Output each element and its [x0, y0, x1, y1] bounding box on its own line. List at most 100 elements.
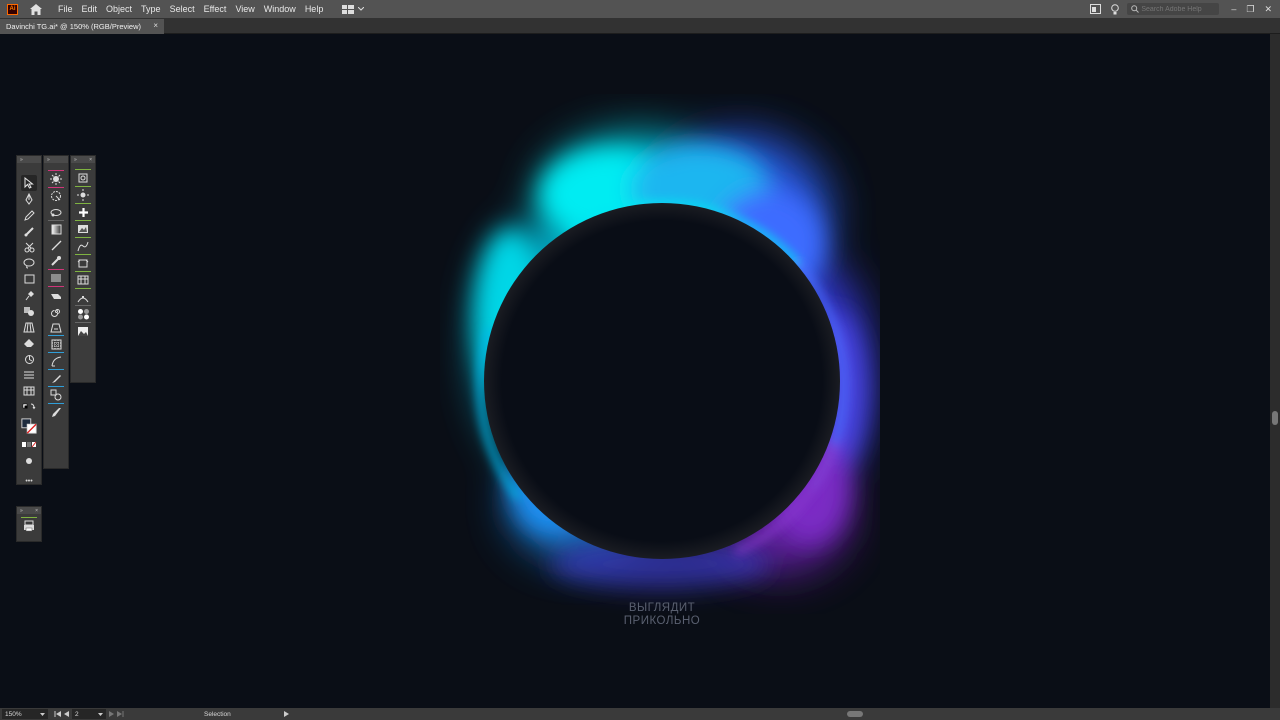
sun-tool-icon[interactable] [75, 187, 91, 203]
illustrator-window: Ai File Edit Object Type Select Effect V… [0, 0, 1280, 720]
collapse-icon: » [20, 507, 23, 514]
chart-tool-icon[interactable] [21, 383, 37, 399]
smooth-tool-icon[interactable] [48, 287, 64, 303]
color-mode-icon[interactable] [21, 437, 37, 453]
brush-tool-icon[interactable] [21, 223, 37, 239]
spiral-tool-icon[interactable] [48, 303, 64, 319]
home-icon[interactable] [30, 3, 42, 15]
selection-tool-icon[interactable] [21, 175, 37, 191]
hand-tool-icon[interactable] [21, 453, 37, 469]
symbol-sprayer-tool-icon[interactable] [48, 171, 64, 187]
blend-tool-icon[interactable] [21, 367, 37, 383]
first-artboard-icon[interactable] [54, 711, 61, 717]
scissors-tool-icon[interactable] [21, 239, 37, 255]
close-panel-icon[interactable]: × [89, 157, 92, 163]
knife-tool-icon[interactable] [48, 370, 64, 386]
scroll-thumb[interactable] [1272, 411, 1278, 425]
crop-tool-icon[interactable] [75, 255, 91, 271]
eclipse-artwork[interactable] [440, 94, 880, 614]
rectangle-tool-icon[interactable] [21, 271, 37, 287]
menu-window[interactable]: Window [264, 3, 296, 15]
tools-panel: » ••• [16, 155, 42, 485]
pen-tool-icon[interactable] [21, 191, 37, 207]
menu-view[interactable]: View [235, 3, 254, 15]
horizontal-scrollbar[interactable] [284, 710, 1122, 718]
menu-help[interactable]: Help [305, 3, 324, 15]
gradient-tool-icon[interactable] [48, 221, 64, 237]
perspective-tool-icon[interactable] [21, 319, 37, 335]
rotate-tool-icon[interactable] [21, 351, 37, 367]
paragraph-tool-icon[interactable] [48, 270, 64, 286]
collapse-icon: » [20, 156, 23, 163]
workspace-switcher[interactable] [342, 4, 365, 14]
mesh-tool-icon[interactable] [48, 336, 64, 352]
panel-header[interactable]: » [44, 156, 68, 163]
last-artboard-icon[interactable] [117, 711, 124, 717]
fill-stroke-color-icon[interactable] [21, 415, 37, 437]
help-search[interactable] [1127, 3, 1220, 15]
panel-header[interactable]: » [17, 156, 41, 163]
menu-effect[interactable]: Effect [204, 3, 227, 15]
image-tool-icon[interactable] [75, 221, 91, 237]
menu-edit[interactable]: Edit [82, 3, 98, 15]
paintbrush-tool-icon[interactable] [48, 253, 64, 269]
status-bar: 150% 2 Selection [0, 708, 1280, 720]
restore-button[interactable]: ❐ [1246, 4, 1254, 15]
fill-stroke-swap-icon[interactable] [21, 399, 37, 415]
scroll-thumb[interactable] [847, 711, 863, 717]
pin-tool-icon[interactable] [21, 287, 37, 303]
eraser-tool-icon[interactable] [21, 335, 37, 351]
line-tool-icon[interactable] [48, 237, 64, 253]
chevron-down-icon [98, 712, 103, 716]
more-tools-icon[interactable]: ••• [21, 473, 37, 489]
landscape-tool-icon[interactable] [75, 323, 91, 339]
panel-header[interactable]: » × [71, 156, 95, 163]
search-icon [1131, 5, 1140, 13]
print-tiling-tool-icon[interactable] [21, 518, 37, 534]
vertical-scrollbar[interactable] [1270, 34, 1280, 708]
artwork-caption[interactable]: ВЫГЛЯДИТ ПРИКОЛЬНО [560, 602, 764, 628]
panel-header[interactable]: » × [17, 507, 41, 514]
wave-tool-icon[interactable] [75, 238, 91, 254]
artboard-select[interactable]: 2 [72, 709, 106, 719]
scroll-left-icon[interactable] [284, 711, 289, 717]
pencil-tool-icon[interactable] [21, 207, 37, 223]
menu-select[interactable]: Select [170, 3, 195, 15]
zoom-select[interactable]: 150% [2, 709, 48, 719]
lasso-select-tool-icon[interactable] [48, 188, 64, 204]
grid-tool-icon[interactable] [75, 272, 91, 288]
plus-tool-icon[interactable] [75, 204, 91, 220]
shape-mode-tool-icon[interactable] [48, 387, 64, 403]
minimize-button[interactable]: – [1231, 4, 1236, 15]
shape-builder-tool-icon[interactable] [21, 303, 37, 319]
menu-type[interactable]: Type [141, 3, 161, 15]
window-controls: – ❐ ✕ [1231, 4, 1272, 15]
mini-panel: » × [16, 506, 42, 542]
current-tool-status[interactable]: Selection [204, 711, 284, 718]
close-button[interactable]: ✕ [1264, 4, 1272, 15]
curvature-tool-icon[interactable] [48, 353, 64, 369]
next-artboard-icon[interactable] [109, 711, 114, 717]
anchor-tool-icon[interactable] [75, 289, 91, 305]
tools-panel-2: » [43, 155, 69, 469]
close-tab-icon[interactable]: × [153, 21, 158, 30]
artboard-navigation: 2 [54, 709, 124, 719]
menu-object[interactable]: Object [106, 3, 132, 15]
blob-brush-tool-icon[interactable] [48, 404, 64, 420]
menu-bar-right: – ❐ ✕ [1090, 0, 1280, 18]
arrange-documents-icon[interactable] [1090, 4, 1102, 14]
previous-artboard-icon[interactable] [64, 711, 69, 717]
spheres-tool-icon[interactable] [75, 306, 91, 322]
close-panel-icon[interactable]: × [35, 508, 38, 514]
document-tab[interactable]: Davinchi TG.ai* @ 150% (RGB/Preview) × [0, 19, 164, 34]
artboard-tool-icon[interactable] [75, 170, 91, 186]
search-input[interactable] [1141, 5, 1212, 13]
lasso-tool-icon[interactable] [21, 255, 37, 271]
lightbulb-icon[interactable] [1111, 3, 1120, 15]
zoom-value: 150% [5, 710, 22, 718]
menu-file[interactable]: File [58, 3, 73, 15]
artboard-canvas[interactable]: ВЫГЛЯДИТ ПРИКОЛЬНО » ••• » » × » × [0, 34, 1270, 708]
rotate-3d-tool-icon[interactable] [48, 204, 64, 220]
menu-bar: Ai File Edit Object Type Select Effect V… [0, 0, 1280, 18]
live-paint-tool-icon[interactable] [48, 319, 64, 335]
